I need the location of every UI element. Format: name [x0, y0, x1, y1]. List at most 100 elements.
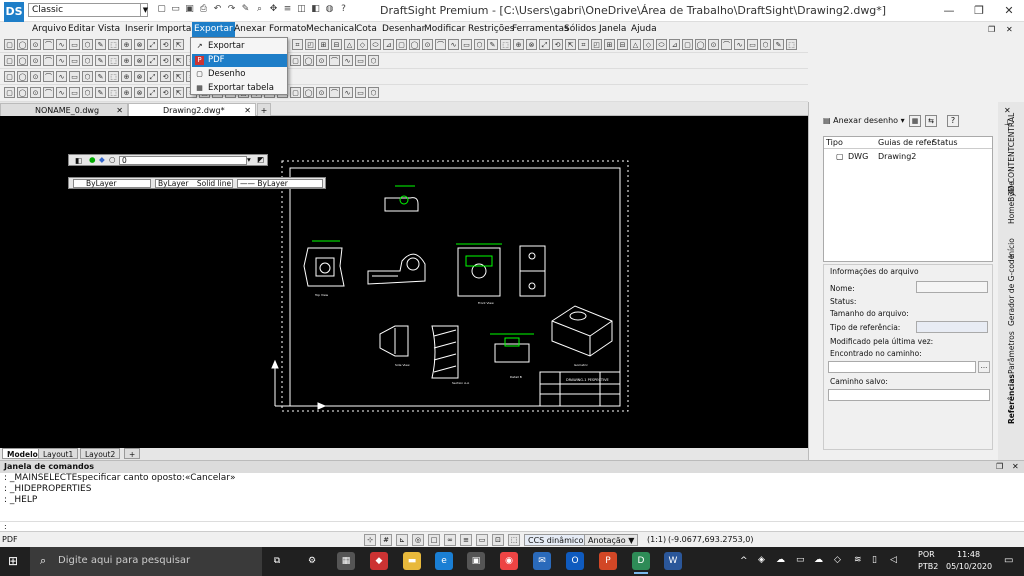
reference-type-select[interactable] — [916, 321, 988, 333]
toolbar-tool-icon[interactable]: ⇱ — [173, 39, 184, 50]
toolbar-tool-icon[interactable]: ⬡ — [760, 39, 771, 50]
toolbar-tool-icon[interactable]: ⬚ — [786, 39, 797, 50]
battery-icon[interactable]: ▯ — [872, 555, 877, 565]
polar-icon[interactable]: ◎ — [412, 534, 424, 546]
toolbar-tool-icon[interactable]: ⬡ — [82, 55, 93, 66]
toolbar-tool-icon[interactable]: ⬚ — [108, 39, 119, 50]
file-explorer-icon[interactable]: ▬ — [403, 552, 421, 570]
menu-ajuda[interactable]: Ajuda — [629, 22, 659, 37]
tab-referencias[interactable]: Referências — [1007, 374, 1016, 424]
toolbar-tool-icon[interactable]: ⊕ — [121, 39, 132, 50]
volume-icon[interactable]: ◁ — [890, 555, 897, 565]
task-view-icon[interactable]: ⧉ — [268, 552, 286, 570]
toolbar-tool-icon[interactable]: ⊙ — [316, 55, 327, 66]
menu-formato[interactable]: Formato — [267, 22, 308, 37]
tab-layout2[interactable]: Layout2 — [80, 448, 121, 459]
dropbox-icon[interactable]: ◇ — [834, 555, 841, 565]
toolbar-tool-icon[interactable]: ⬡ — [82, 71, 93, 82]
powerpoint-icon[interactable]: P — [599, 552, 617, 570]
maximize-button[interactable]: ❐ — [964, 0, 994, 22]
toolbar-tool-icon[interactable]: ∿ — [56, 39, 67, 50]
toolbar-tool-icon[interactable]: ⊟ — [331, 39, 342, 50]
add-tab-button[interactable]: + — [257, 103, 271, 116]
pan-icon[interactable]: ✥ — [268, 4, 279, 15]
toolbar-tool-icon[interactable]: ⤢ — [147, 55, 158, 66]
toolbar-tool-icon[interactable]: ⬭ — [370, 39, 381, 50]
wifi-icon[interactable]: ≋ — [854, 555, 862, 565]
toolbar-tool-icon[interactable]: ◯ — [409, 39, 420, 50]
toolbar-tool-icon[interactable]: ▭ — [461, 39, 472, 50]
toolbar-tool-icon[interactable]: ⊙ — [30, 71, 41, 82]
toolbar-tool-icon[interactable]: ∿ — [342, 55, 353, 66]
notifications-icon[interactable]: ▭ — [1004, 555, 1013, 566]
toolbar-tool-icon[interactable]: ✎ — [487, 39, 498, 50]
layer-manager-icon[interactable]: ◧ — [75, 156, 82, 166]
toolbar-tool-icon[interactable]: ▢ — [290, 55, 301, 66]
anydesk-icon[interactable]: ◆ — [370, 552, 388, 570]
toolbar-tool-icon[interactable]: ⊗ — [526, 39, 537, 50]
chevron-down-icon[interactable]: ▼ — [140, 3, 150, 17]
toolbar-tool-icon[interactable]: ⊕ — [513, 39, 524, 50]
toolbar-tool-icon[interactable]: ▭ — [69, 39, 80, 50]
annotation-button[interactable]: Anotação ▼ — [584, 534, 639, 546]
toolbar-tool-icon[interactable]: ∿ — [56, 55, 67, 66]
toolbar-tool-icon[interactable]: ⬚ — [108, 55, 119, 66]
layers-icon[interactable]: ◫ — [296, 4, 307, 15]
close-button[interactable]: ✕ — [994, 0, 1024, 22]
layer-select[interactable]: 0 — [119, 156, 247, 165]
toolbar-tool-icon[interactable]: ⌒ — [43, 71, 54, 82]
toolbar-tool-icon[interactable]: ▭ — [69, 71, 80, 82]
help-button[interactable]: ? — [947, 115, 959, 127]
menu-importar[interactable]: Importar — [154, 22, 197, 37]
match-properties-icon[interactable]: ✎ — [240, 4, 251, 15]
toolbar-tool-icon[interactable]: ⌗ — [292, 39, 303, 50]
menu-mechanical[interactable]: Mechanical — [304, 22, 359, 37]
toolbar-tool-icon[interactable]: ◯ — [303, 55, 314, 66]
toolbar-tool-icon[interactable]: ⌒ — [43, 55, 54, 66]
zoom-icon[interactable]: ⌕ — [254, 4, 265, 15]
windows-start-icon[interactable]: ⊞ — [8, 554, 18, 568]
redo-icon[interactable]: ↷ — [226, 4, 237, 15]
toolbar-tool-icon[interactable]: ⊗ — [134, 39, 145, 50]
tree-view-icon[interactable]: ⇆ — [925, 115, 937, 127]
toolbar-tool-icon[interactable]: ◯ — [17, 39, 28, 50]
tab-gcode[interactable]: Gerador de G-code — [1007, 255, 1016, 326]
toolbar-tool-icon[interactable]: ⇱ — [173, 87, 184, 98]
toolbar-tool-icon[interactable]: ⬡ — [474, 39, 485, 50]
lineweight-icon[interactable]: ≡ — [460, 534, 472, 546]
menu-item-exportar[interactable]: ↗ Exportar — [192, 40, 287, 53]
toolbar-tool-icon[interactable]: ⊙ — [708, 39, 719, 50]
toolbar-tool-icon[interactable]: ◰ — [305, 39, 316, 50]
selection-icon[interactable]: ⬚ — [508, 534, 520, 546]
keyboard-layout[interactable]: PTB2 — [918, 562, 938, 571]
toolbar-tool-icon[interactable]: ▢ — [4, 87, 15, 98]
clock-date[interactable]: 05/10/2020 — [946, 562, 992, 571]
toolbar-tool-icon[interactable]: ⊙ — [30, 39, 41, 50]
toolbar-tool-icon[interactable]: ∿ — [734, 39, 745, 50]
toolbar-tool-icon[interactable]: ⟲ — [160, 55, 171, 66]
restore-doc-icon[interactable]: ❐ — [986, 22, 997, 37]
toolbar-tool-icon[interactable]: ⊞ — [604, 39, 615, 50]
list-view-icon[interactable]: ▦ — [909, 115, 921, 127]
menu-vista[interactable]: Vista — [96, 22, 122, 37]
toolbar-tool-icon[interactable]: ∿ — [56, 71, 67, 82]
draftsight-taskbar-icon[interactable]: D — [632, 552, 650, 574]
toolbar-tool-icon[interactable]: ◇ — [643, 39, 654, 50]
toolbar-tool-icon[interactable]: ∿ — [448, 39, 459, 50]
properties-icon[interactable]: ≡ — [282, 4, 293, 15]
save-icon[interactable]: ▣ — [184, 4, 195, 15]
add-layout-button[interactable]: + — [124, 448, 141, 459]
toolbar-tool-icon[interactable]: ⤢ — [147, 39, 158, 50]
toolbar-tool-icon[interactable]: ⌒ — [43, 87, 54, 98]
tab-layout1[interactable]: Layout1 — [38, 448, 79, 459]
close-doc-icon[interactable]: ✕ — [1004, 22, 1015, 37]
menu-editar[interactable]: Editar — [66, 22, 97, 37]
toolbar-tool-icon[interactable]: ✎ — [773, 39, 784, 50]
toolbar-tool-icon[interactable]: ✎ — [95, 39, 106, 50]
tab-drawing2[interactable]: Drawing2.dwg* ✕ — [128, 103, 256, 116]
toolbar-tool-icon[interactable]: ∿ — [342, 87, 353, 98]
usb-icon[interactable]: ▭ — [796, 555, 805, 565]
toolbar-tool-icon[interactable]: ⬭ — [656, 39, 667, 50]
layer-previous-icon[interactable]: ◩ — [257, 155, 264, 165]
quick-input-icon[interactable]: ⊡ — [492, 534, 504, 546]
